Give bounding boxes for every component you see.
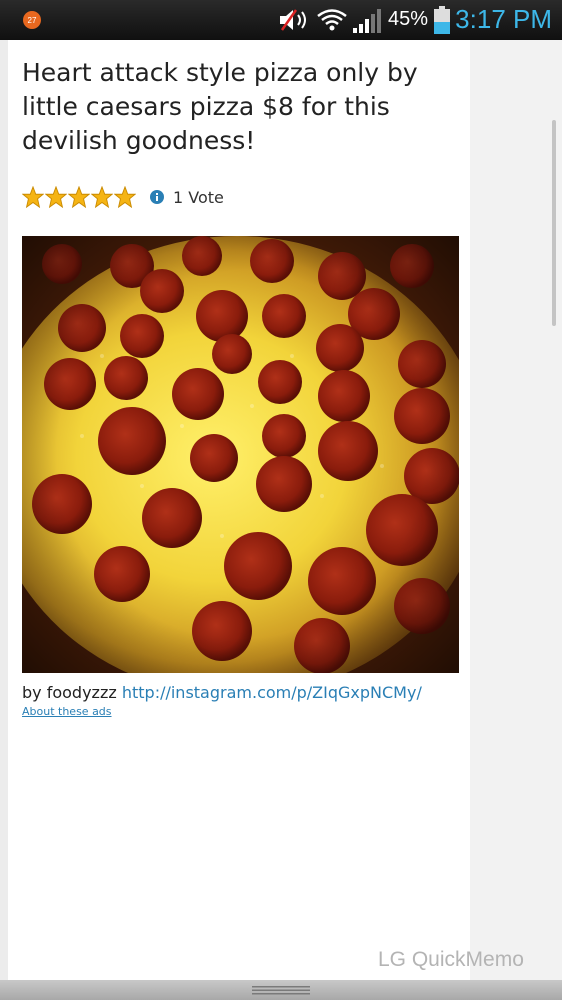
- star-icon[interactable]: [91, 186, 113, 208]
- star-icon[interactable]: [114, 186, 136, 208]
- byline-author: by foodyzzz: [22, 683, 117, 702]
- rating-widget[interactable]: 1 Vote: [22, 184, 224, 210]
- pizza-image: [22, 236, 459, 673]
- notification-icon[interactable]: 27: [22, 10, 42, 30]
- status-bar: 27 45% 3:17 PM: [0, 0, 562, 40]
- wifi-icon: [317, 9, 347, 31]
- pizza-photo[interactable]: [22, 236, 459, 673]
- quickmemo-watermark: LG QuickMemo: [378, 948, 524, 971]
- battery-icon: [434, 6, 450, 34]
- star-icon[interactable]: [45, 186, 67, 208]
- info-icon[interactable]: [150, 190, 164, 204]
- signal-icon: [353, 9, 381, 33]
- star-icon[interactable]: [22, 186, 44, 208]
- about-ads-link[interactable]: About these ads: [22, 705, 112, 718]
- drag-handle-icon[interactable]: [252, 986, 310, 995]
- clock: 3:17 PM: [455, 4, 552, 34]
- source-link[interactable]: http://instagram.com/p/ZIqGxpNCMy/: [122, 683, 422, 702]
- post-title: Heart attack style pizza only by little …: [22, 58, 418, 155]
- battery-percent: 45%: [388, 8, 429, 30]
- star-rating[interactable]: [22, 186, 136, 208]
- right-margin: [470, 40, 562, 980]
- scrollbar[interactable]: [552, 120, 556, 326]
- vote-count: 1 Vote: [173, 187, 224, 207]
- volume-muted-icon: [280, 9, 306, 31]
- notification-count: 27: [28, 16, 37, 25]
- post-byline: by foodyzzz http://instagram.com/p/ZIqGx…: [22, 683, 422, 702]
- star-icon[interactable]: [68, 186, 90, 208]
